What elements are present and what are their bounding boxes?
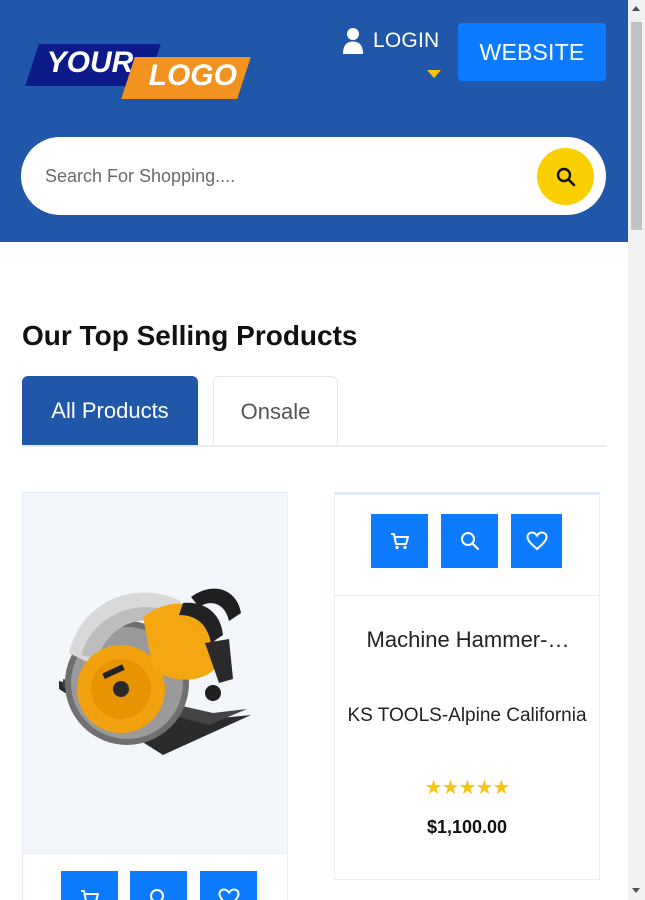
wishlist-button[interactable] (200, 871, 257, 900)
logo-logo-block: LOGO (121, 57, 251, 99)
tab-divider (22, 445, 606, 447)
cart-icon (390, 533, 409, 550)
logo-word-2: LOGO (148, 59, 237, 92)
login-link[interactable]: LOGIN (342, 26, 439, 56)
cart-icon (80, 890, 99, 900)
add-to-cart-button[interactable] (61, 871, 118, 900)
star-rating: ★★★★★ (424, 777, 511, 799)
logo[interactable]: YOUR LOGO (25, 44, 251, 100)
scroll-up-arrow-icon[interactable] (632, 6, 640, 11)
add-to-cart-button[interactable] (371, 514, 428, 568)
product-image[interactable] (23, 493, 287, 853)
search-icon (149, 889, 164, 900)
circular-saw-image (59, 588, 251, 755)
quick-view-button[interactable] (441, 514, 498, 568)
wishlist-button[interactable] (511, 514, 562, 568)
product-name[interactable]: Machine Hammer-… (353, 627, 583, 653)
scrollbar-thumb[interactable] (631, 22, 642, 230)
search-icon (460, 532, 479, 551)
heart-icon (217, 888, 240, 900)
product-card[interactable]: Machine Hammer-… KS TOOLS-Alpine Califor… (334, 492, 600, 880)
product-actions (335, 495, 599, 596)
product-price: $1,100.00 (426, 817, 508, 837)
user-icon (343, 28, 363, 54)
search-button[interactable] (537, 148, 594, 205)
scrollbar[interactable] (628, 0, 645, 900)
product-actions (23, 853, 287, 900)
tab-all-products[interactable]: All Products (22, 376, 198, 446)
logo-word-1: YOUR (46, 46, 134, 79)
tab-onsale[interactable]: Onsale (213, 376, 338, 446)
search-input[interactable] (45, 157, 525, 195)
website-button[interactable]: WEBSITE (458, 23, 606, 81)
chevron-down-icon[interactable] (427, 70, 441, 78)
heart-icon (525, 531, 548, 551)
login-label: LOGIN (373, 29, 440, 52)
quick-view-button[interactable] (130, 871, 187, 900)
product-brand: KS TOOLS-Alpine California (347, 705, 587, 726)
header: YOUR LOGO LOGIN WEBSITE (0, 0, 628, 242)
section-title: Our Top Selling Products (22, 320, 358, 351)
product-card[interactable] (22, 492, 288, 900)
search-bar (21, 137, 606, 215)
search-icon (556, 167, 575, 186)
scroll-down-arrow-icon[interactable] (632, 888, 640, 893)
